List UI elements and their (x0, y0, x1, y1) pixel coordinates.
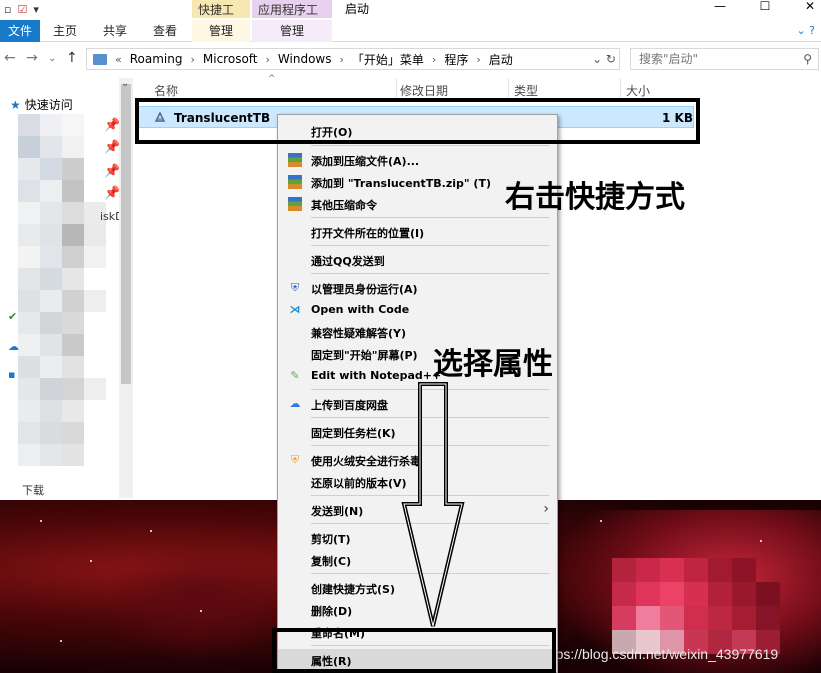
annotation-down-arrow (401, 382, 465, 627)
